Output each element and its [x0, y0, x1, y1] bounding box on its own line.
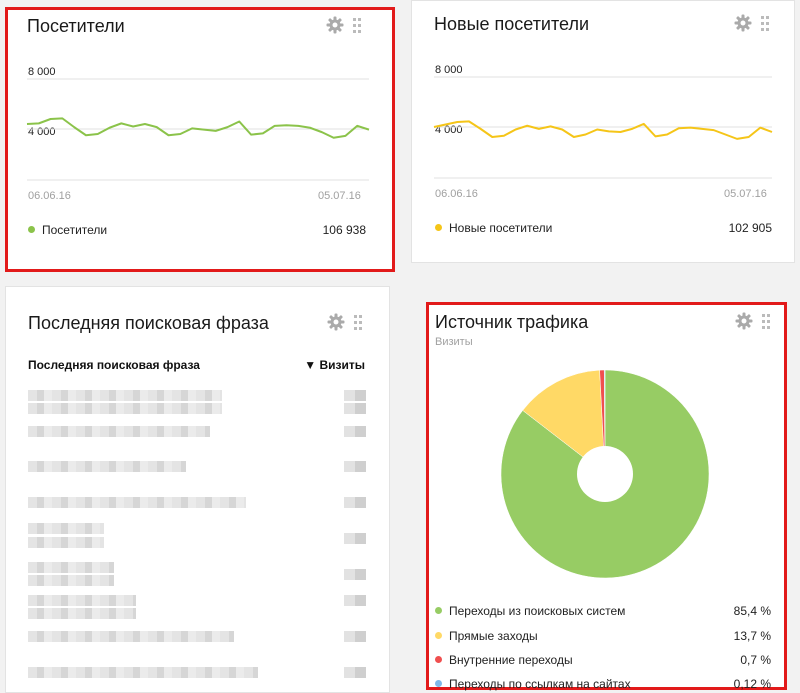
legend-dot-icon — [435, 680, 442, 687]
new-visitors-total: 102 905 — [728, 221, 772, 235]
new-visitors-title: Новые посетители — [434, 14, 590, 34]
redacted-phrase — [28, 523, 104, 534]
drag-handle-icon[interactable] — [353, 18, 361, 34]
redacted-value — [344, 533, 366, 544]
visitors-total: 106 938 — [322, 223, 366, 237]
visitors-line-chart — [26, 78, 370, 181]
redacted-phrase — [28, 403, 222, 414]
redacted-value — [344, 569, 366, 580]
drag-handle-icon[interactable] — [354, 315, 362, 331]
redacted-value — [344, 631, 366, 642]
redacted-value — [344, 390, 366, 401]
legend-item-visitors[interactable]: Посетители — [28, 223, 107, 237]
new-visitors-widget: Новые посетители 8 000 4 000 06.06.16 05… — [411, 0, 795, 263]
new-visitors-controls — [734, 14, 774, 34]
legend-dot-icon — [435, 224, 442, 231]
redacted-value — [344, 403, 366, 414]
redacted-value — [344, 461, 366, 472]
legend-value: 13,7 % — [733, 629, 771, 643]
redacted-phrase — [28, 595, 136, 606]
redacted-value — [344, 667, 366, 678]
traffic-source-title: Источник трафика — [435, 312, 589, 332]
legend-item-search[interactable]: Переходы из поисковых систем — [435, 604, 625, 618]
traffic-source-pie-chart — [500, 369, 710, 579]
legend-dot-icon — [28, 226, 35, 233]
date-start: 06.06.16 — [435, 188, 478, 200]
legend-item-new-visitors[interactable]: Новые посетители — [435, 221, 552, 235]
date-end: 05.07.16 — [724, 188, 767, 200]
gear-icon[interactable] — [734, 14, 752, 32]
legend-label: Новые посетители — [449, 221, 553, 235]
redacted-value — [344, 595, 366, 606]
legend-value: 0,7 % — [740, 653, 771, 667]
redacted-phrase — [28, 667, 258, 678]
legend-item-direct[interactable]: Прямые заходы — [435, 629, 538, 643]
legend-value: 85,4 % — [733, 604, 771, 618]
donut-hole — [577, 446, 633, 502]
redacted-phrase — [28, 608, 136, 619]
gear-icon[interactable] — [327, 313, 345, 331]
traffic-source-widget: Источник трафика Визиты Переходы из поис… — [426, 302, 787, 691]
visitors-title: Посетители — [27, 16, 125, 36]
traffic-source-subtitle: Визиты — [435, 336, 473, 348]
column-header-visits[interactable]: ▼ Визиты — [304, 358, 365, 372]
legend-label: Переходы по ссылкам на сайтах — [449, 677, 631, 691]
date-start: 06.06.16 — [28, 190, 71, 202]
legend-label: Посетители — [42, 223, 108, 237]
redacted-phrase — [28, 575, 114, 586]
legend-label: Внутренние переходы — [449, 653, 573, 667]
search-phrase-controls — [327, 313, 367, 333]
visitors-controls — [326, 16, 366, 36]
legend-dot-icon — [435, 632, 442, 639]
legend-dot-icon — [435, 607, 442, 614]
redacted-phrase — [28, 461, 186, 472]
redacted-phrase — [28, 631, 234, 642]
series-line — [433, 120, 773, 140]
series-line — [26, 117, 370, 139]
column-header-phrase[interactable]: Последняя поисковая фраза — [28, 358, 200, 372]
redacted-value — [344, 426, 366, 437]
drag-handle-icon[interactable] — [762, 314, 770, 330]
legend-dot-icon — [435, 656, 442, 663]
drag-handle-icon[interactable] — [761, 16, 769, 32]
date-end: 05.07.16 — [318, 190, 361, 202]
redacted-value — [344, 497, 366, 508]
redacted-phrase — [28, 497, 246, 508]
gear-icon[interactable] — [326, 16, 344, 34]
search-phrase-title: Последняя поисковая фраза — [28, 313, 269, 333]
legend-label: Переходы из поисковых систем — [449, 604, 626, 618]
redacted-phrase — [28, 537, 104, 548]
search-phrase-widget: Последняя поисковая фраза Последняя поис… — [5, 286, 390, 693]
legend-item-links[interactable]: Переходы по ссылкам на сайтах — [435, 677, 631, 691]
visitors-widget: Посетители 8 000 4 000 06.06.16 05.07.16… — [5, 7, 395, 272]
legend-item-internal[interactable]: Внутренние переходы — [435, 653, 573, 667]
new-visitors-line-chart — [433, 76, 773, 179]
legend-value: 0,12 % — [733, 677, 771, 691]
redacted-phrase — [28, 390, 222, 401]
redacted-phrase — [28, 562, 114, 573]
traffic-source-controls — [735, 312, 775, 332]
gear-icon[interactable] — [735, 312, 753, 330]
legend-label: Прямые заходы — [449, 629, 538, 643]
redacted-phrase — [28, 426, 210, 437]
